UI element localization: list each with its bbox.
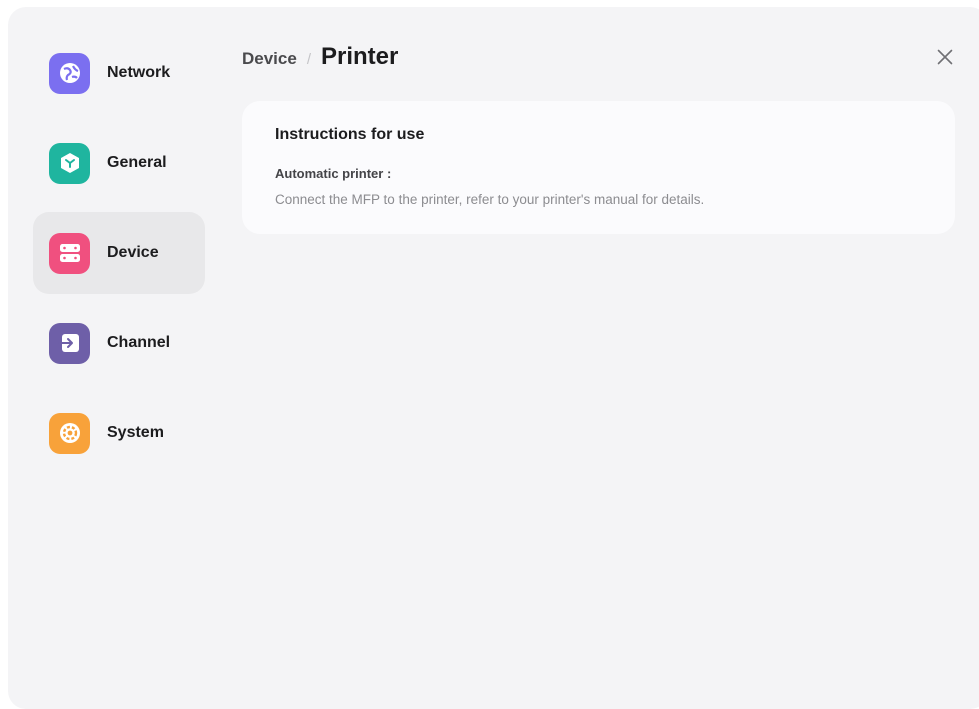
sidebar-item-system[interactable]: System — [33, 392, 205, 474]
sidebar-item-network[interactable]: Network — [33, 32, 205, 114]
sidebar-item-device[interactable]: Device — [33, 212, 205, 294]
card-title: Instructions for use — [275, 126, 425, 143]
sidebar: Network General Device Channel System — [33, 32, 205, 482]
page-title: Printer — [321, 43, 399, 70]
sidebar-item-channel[interactable]: Channel — [33, 302, 205, 384]
breadcrumb-separator: / — [306, 51, 311, 68]
sidebar-item-label: Channel — [107, 334, 171, 351]
close-button[interactable] — [934, 46, 956, 68]
settings-window: Network General Device Channel System De… — [8, 7, 979, 709]
breadcrumb-parent[interactable]: Device — [242, 49, 297, 69]
cube-icon — [49, 142, 90, 184]
sidebar-item-label: Device — [107, 244, 159, 261]
close-icon — [937, 49, 953, 65]
input-arrow-icon — [49, 322, 90, 364]
instructions-card: Instructions for use Automatic printer :… — [242, 101, 955, 234]
sidebar-item-general[interactable]: General — [33, 122, 205, 204]
breadcrumb: Device / Printer — [242, 43, 398, 71]
globe-icon — [49, 52, 90, 94]
sidebar-item-label: Network — [107, 64, 171, 81]
sidebar-item-label: System — [107, 424, 164, 441]
sidebar-item-label: General — [107, 154, 167, 171]
automatic-printer-label: Automatic printer : — [275, 166, 392, 181]
server-icon — [49, 232, 90, 274]
gear-icon — [49, 412, 90, 454]
instructions-text: Connect the MFP to the printer, refer to… — [275, 192, 705, 207]
